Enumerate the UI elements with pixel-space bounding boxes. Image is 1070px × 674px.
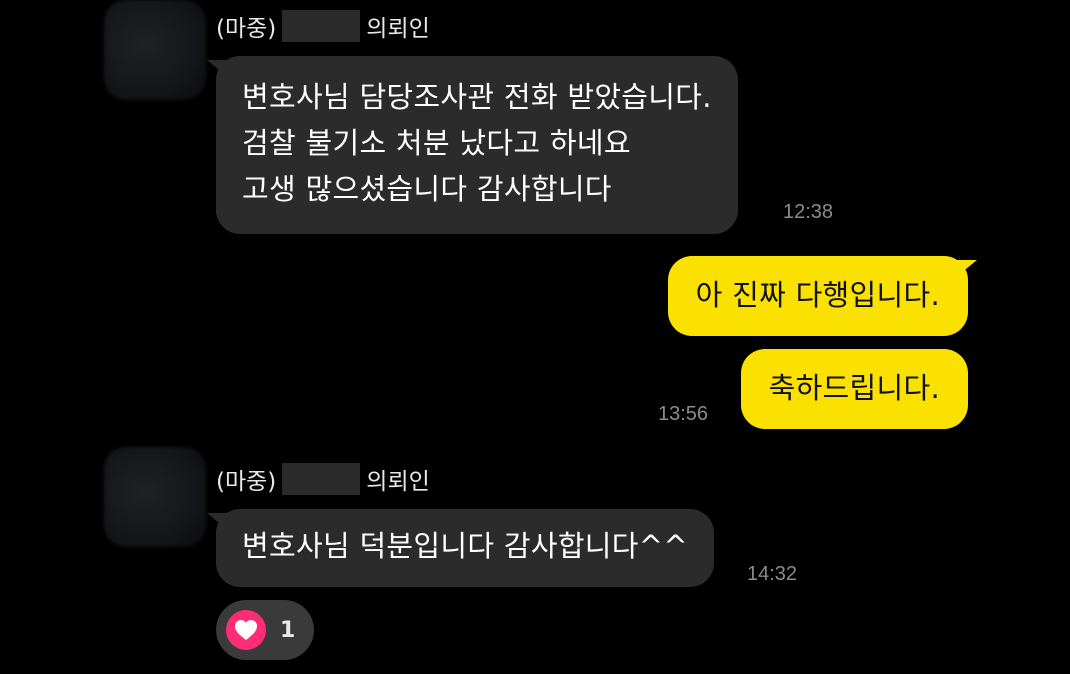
message-line: 변호사님 담당조사관 전화 받았습니다. [242,80,712,114]
message-bubble-incoming[interactable]: 변호사님 덕분입니다 감사합니다^^ [216,509,714,587]
heart-icon [226,610,266,650]
avatar[interactable] [104,0,206,100]
message-line: 축하드립니다. [768,371,940,405]
redacted-name [282,10,361,42]
sender-suffix: 의뢰인 [366,16,430,42]
message-line: 고생 많으셨습니다 감사합니다 [242,172,612,206]
sender-prefix: (마중) [216,469,277,495]
sender-suffix: 의뢰인 [366,469,430,495]
message-bubble-outgoing[interactable]: 아 진짜 다행입니다. [667,256,968,336]
redacted-name [282,463,361,495]
reaction-chip[interactable]: 1 [216,600,314,660]
sender-prefix: (마중) [216,16,277,42]
message-bubble-incoming[interactable]: 변호사님 담당조사관 전화 받았습니다. 검찰 불기소 처분 났다고 하네요 고… [216,56,738,234]
message-timestamp: 14:32 [747,563,798,585]
message-bubble-outgoing[interactable]: 축하드립니다. [740,349,968,429]
message-line: 아 진짜 다행입니다. [695,278,940,312]
avatar[interactable] [104,447,206,547]
message-timestamp: 13:56 [658,403,709,425]
message-timestamp: 12:38 [783,201,834,223]
message-line: 변호사님 덕분입니다 감사합니다^^ [242,529,688,563]
message-line: 검찰 불기소 처분 났다고 하네요 [242,126,631,160]
sender-name: (마중) 의뢰인 [216,10,430,42]
reaction-count: 1 [280,617,296,643]
sender-name: (마중) 의뢰인 [216,463,430,495]
